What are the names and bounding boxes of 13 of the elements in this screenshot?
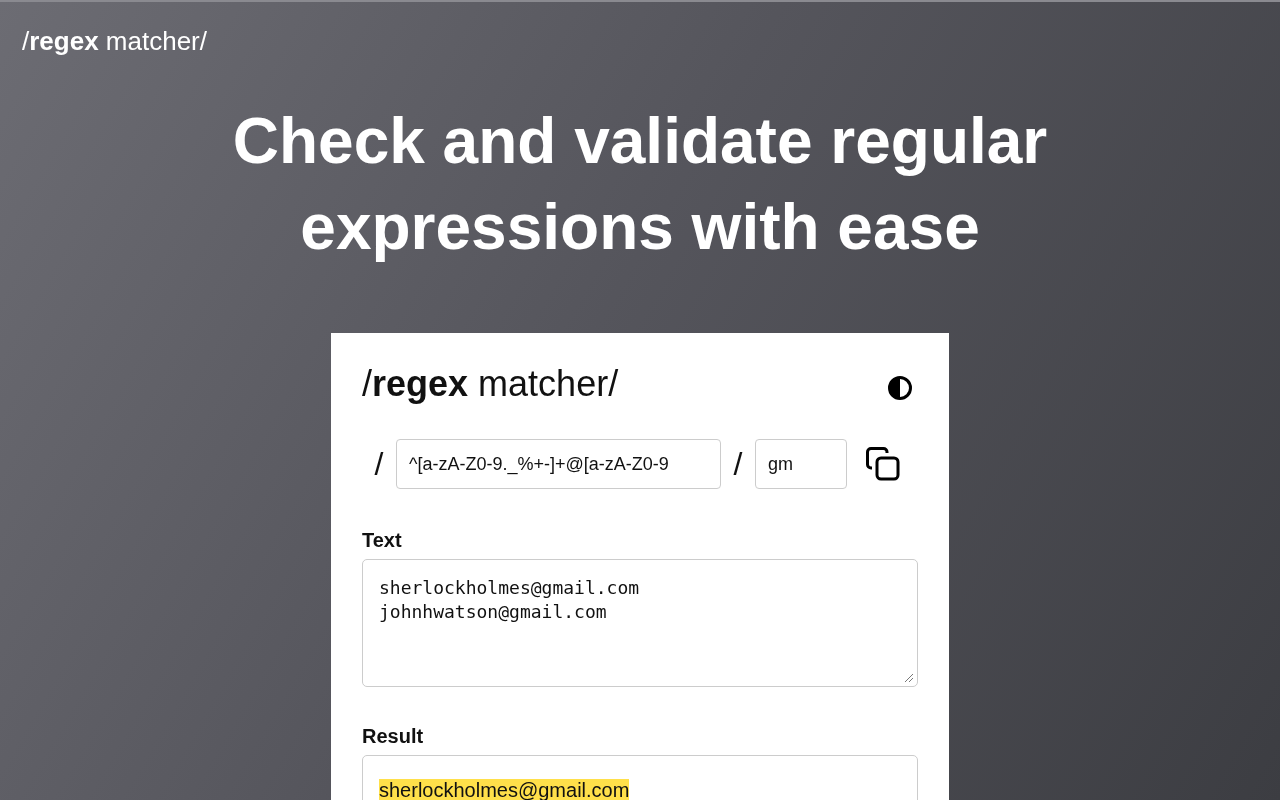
- delimiter: /: [732, 445, 744, 483]
- text-field[interactable]: sherlockholmes@gmail.com johnhwatson@gmail.com: [362, 559, 918, 687]
- theme-toggle-icon[interactable]: [887, 375, 913, 401]
- headline: Check and validate regular expressions with ease: [231, 104, 1049, 265]
- flags-field[interactable]: gm: [755, 439, 847, 489]
- logo-text: /regex matcher/: [22, 26, 207, 57]
- regex-field[interactable]: ^[a-zA-Z0-9._%+-]+@[a-zA-Z0-9: [396, 439, 721, 489]
- delimiter: /: [373, 445, 385, 483]
- field-label: Text: [362, 529, 403, 552]
- copy-icon[interactable]: [865, 446, 901, 482]
- app-logo: /regex matcher/: [362, 363, 619, 405]
- field-label: Result: [362, 725, 425, 748]
- resize-grip-icon[interactable]: [904, 673, 914, 683]
